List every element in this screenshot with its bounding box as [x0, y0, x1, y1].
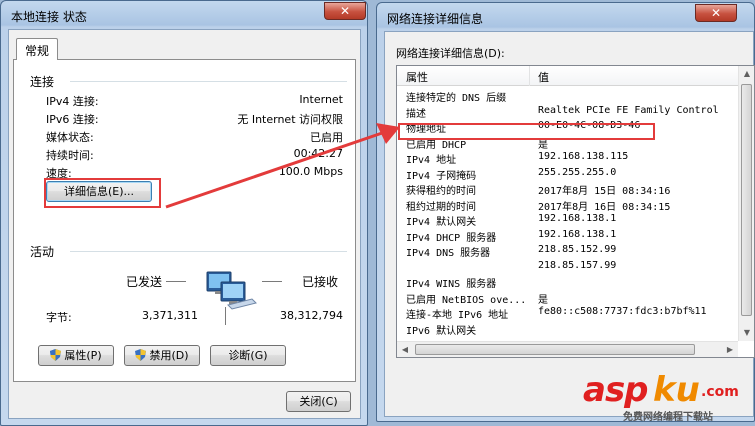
annotation-arrow-icon: [165, 123, 400, 209]
watermark-brand-asp: asp: [583, 370, 649, 410]
watermark-tagline: 免费网络编程下载站: [623, 412, 713, 423]
watermark-brand-ku: ku: [653, 370, 700, 410]
tab-general[interactable]: 常规: [16, 38, 59, 60]
watermark-logo: asp ku .com 免费网络编程下载站: [583, 370, 755, 426]
watermark-brand-com: .com: [701, 384, 739, 400]
